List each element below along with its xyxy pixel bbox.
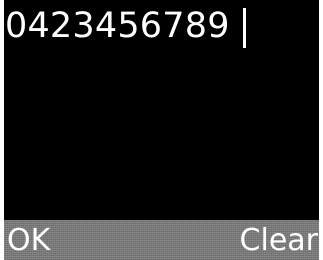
clear-softkey[interactable]: Clear	[240, 220, 318, 260]
text-cursor	[243, 8, 246, 48]
number-entry-area[interactable]: 0423456789	[4, 0, 319, 220]
phone-screen: 0423456789 OK Clear	[4, 0, 319, 260]
number-entry-text: 0423456789	[5, 6, 230, 46]
ok-softkey[interactable]: OK	[7, 220, 50, 260]
softkey-bar: OK Clear	[4, 220, 319, 260]
